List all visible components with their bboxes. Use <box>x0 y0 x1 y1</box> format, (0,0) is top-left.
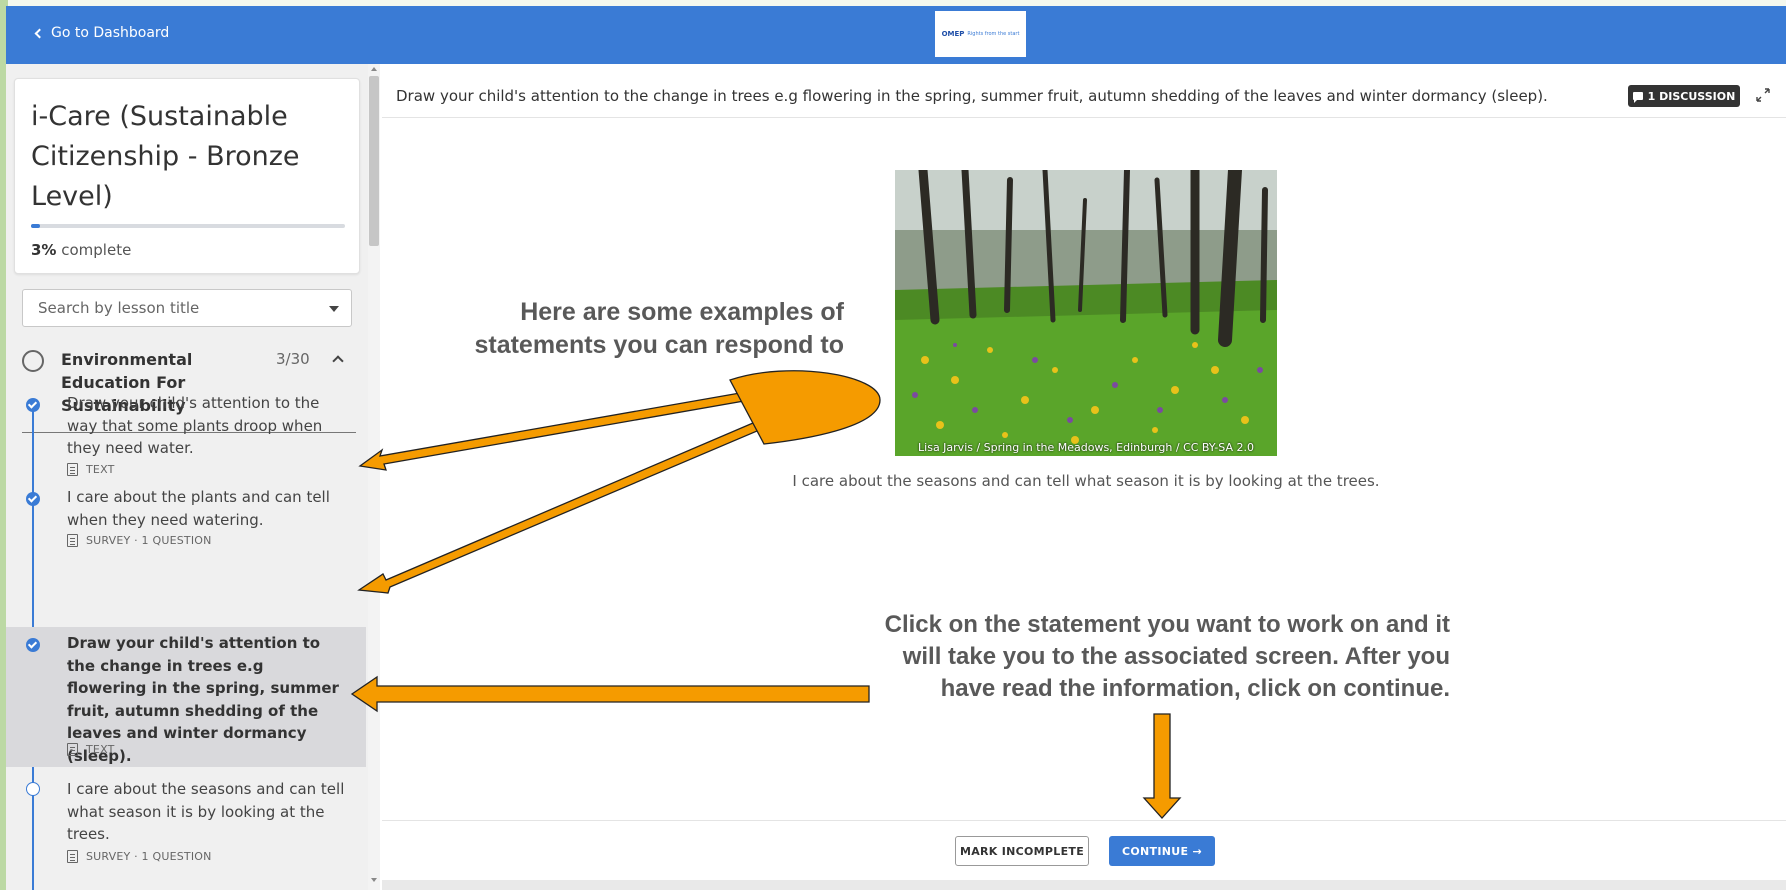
annotation-arrows <box>350 370 1182 819</box>
mark-incomplete-button[interactable]: MARK INCOMPLETE <box>955 836 1089 866</box>
footer-shadow <box>382 880 1786 890</box>
continue-button[interactable]: CONTINUE → <box>1109 836 1215 866</box>
